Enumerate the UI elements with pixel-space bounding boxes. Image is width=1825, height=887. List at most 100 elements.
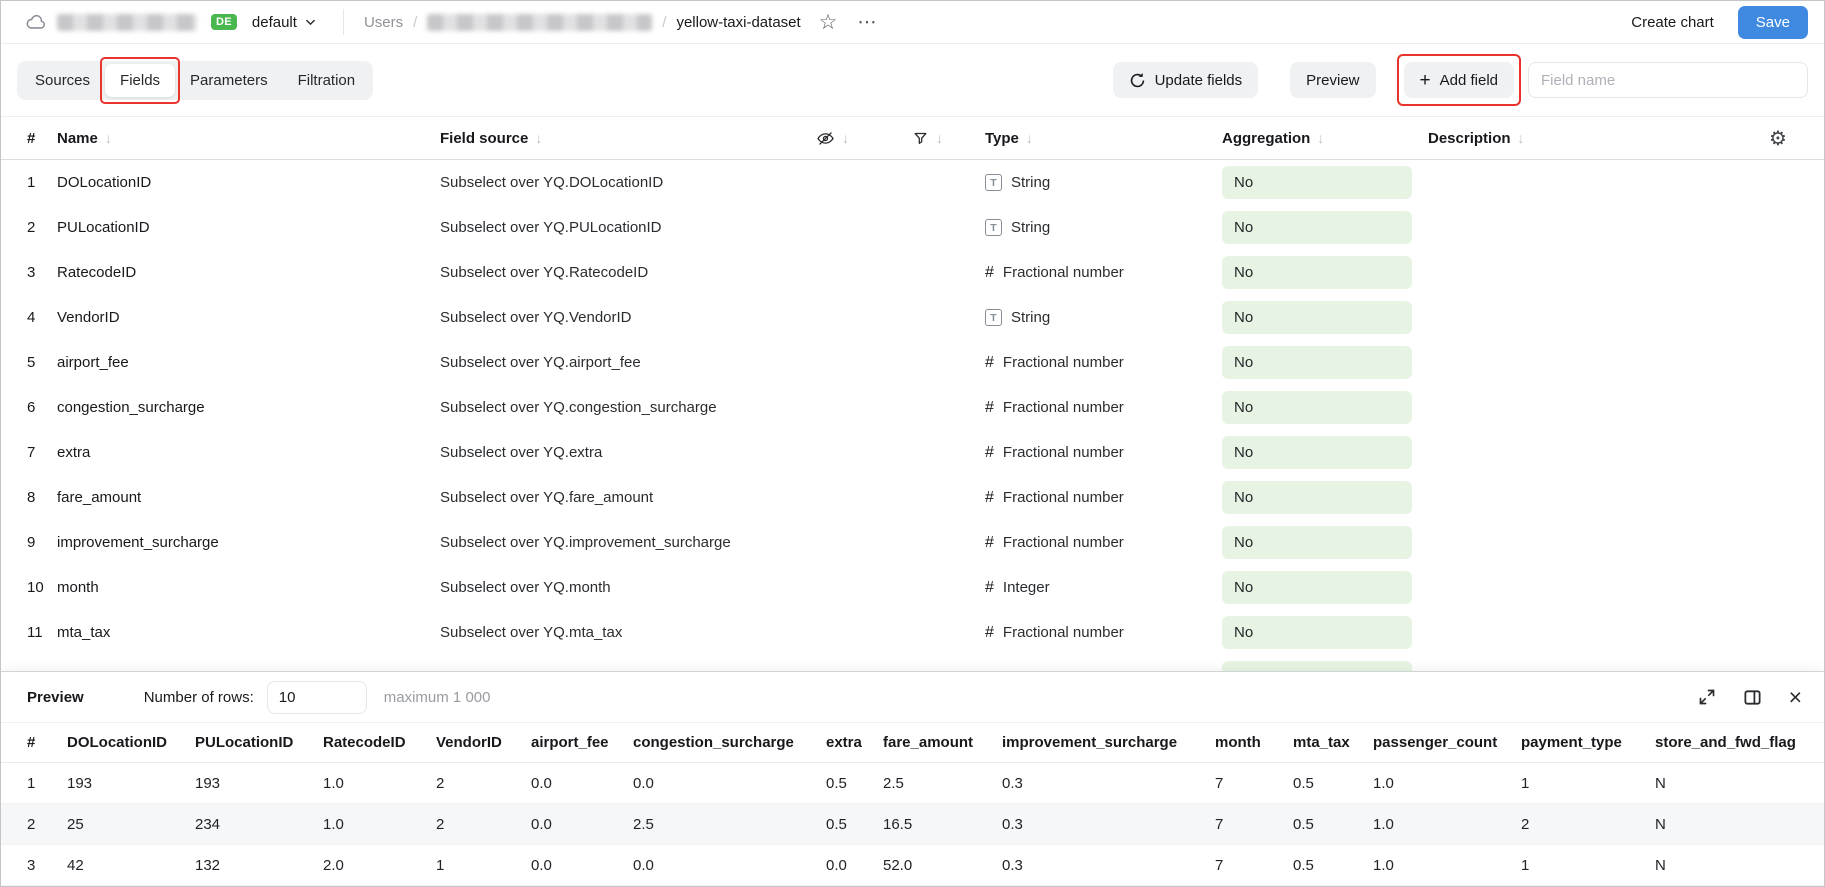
fields-table-row[interactable]: 11 mta_tax Subselect over YQ.mta_tax #Fr… (1, 610, 1824, 655)
col-header-name-label: Name (57, 130, 98, 147)
fields-table-row[interactable]: 6 congestion_surcharge Subselect over YQ… (1, 385, 1824, 430)
preview-cell: 0.0 (633, 775, 826, 792)
save-button[interactable]: Save (1738, 6, 1808, 39)
field-name-cell[interactable]: RatecodeID (57, 264, 440, 281)
aggregation-select[interactable] (1222, 661, 1412, 671)
tab-fields[interactable]: Fields (105, 64, 175, 97)
field-type-cell[interactable]: #Fractional number (985, 624, 1222, 642)
field-type-cell[interactable]: TString (985, 174, 1222, 191)
field-type-cell[interactable]: #Fractional number (985, 444, 1222, 462)
field-source-cell[interactable]: Subselect over YQ.mta_tax (440, 624, 816, 641)
preview-cell: 1.0 (323, 816, 436, 833)
field-type-cell[interactable]: #Integer (985, 579, 1222, 597)
fields-table-row[interactable]: 8 fare_amount Subselect over YQ.fare_amo… (1, 475, 1824, 520)
fields-table-row[interactable]: 1 DOLocationID Subselect over YQ.DOLocat… (1, 160, 1824, 205)
aggregation-select[interactable]: No (1222, 526, 1412, 559)
field-source-cell[interactable]: Subselect over YQ.month (440, 579, 816, 596)
field-source-cell[interactable]: Subselect over YQ.congestion_surcharge (440, 399, 816, 416)
fields-table-row[interactable]: 5 airport_fee Subselect over YQ.airport_… (1, 340, 1824, 385)
dock-panel-button[interactable] (1743, 688, 1762, 707)
number-type-icon: # (985, 399, 994, 417)
number-type-icon: # (985, 624, 994, 642)
aggregation-select[interactable]: No (1222, 436, 1412, 469)
preview-toggle-button[interactable]: Preview (1290, 62, 1375, 98)
preview-cell: 0.0 (826, 857, 883, 874)
chevron-down-icon (304, 16, 317, 29)
tab-sources[interactable]: Sources (20, 64, 105, 97)
preview-cell: 0.5 (826, 775, 883, 792)
field-source-cell[interactable]: Subselect over YQ.airport_fee (440, 354, 816, 371)
fields-table-row[interactable]: 2 PULocationID Subselect over YQ.PULocat… (1, 205, 1824, 250)
breadcrumb-users[interactable]: Users (364, 14, 403, 31)
close-preview-button[interactable]: × (1789, 686, 1802, 709)
add-field-label: Add field (1440, 72, 1498, 89)
field-source-cell[interactable]: Subselect over YQ.extra (440, 444, 816, 461)
field-source-cell[interactable]: Subselect over YQ.improvement_surcharge (440, 534, 816, 551)
folder-selector[interactable]: default (246, 13, 323, 32)
aggregation-select[interactable]: No (1222, 346, 1412, 379)
field-name-cell[interactable]: PULocationID (57, 219, 440, 236)
field-name-cell[interactable]: month (57, 579, 440, 596)
fields-table-row-partial (1, 655, 1824, 671)
field-name-search-input[interactable] (1528, 62, 1808, 98)
field-source-cell[interactable]: Subselect over YQ.VendorID (440, 309, 816, 326)
update-fields-button[interactable]: Update fields (1113, 62, 1259, 98)
field-type-cell[interactable]: #Fractional number (985, 534, 1222, 552)
number-type-icon: # (985, 354, 994, 372)
col-header-description[interactable]: Description ↓ (1428, 130, 1748, 147)
field-name-cell[interactable]: VendorID (57, 309, 440, 326)
field-name-cell[interactable]: congestion_surcharge (57, 399, 440, 416)
row-number: 10 (27, 579, 57, 596)
aggregation-select[interactable]: No (1222, 301, 1412, 334)
favorite-star-icon[interactable]: ☆ (819, 12, 838, 33)
expand-preview-button[interactable] (1698, 688, 1716, 706)
col-header-type[interactable]: Type ↓ (985, 130, 1222, 147)
col-header-field-source[interactable]: Field source ↓ (440, 130, 816, 147)
field-type-cell[interactable]: #Fractional number (985, 489, 1222, 507)
field-name-cell[interactable]: fare_amount (57, 489, 440, 506)
preview-cell: 0.5 (1293, 857, 1373, 874)
field-source-cell[interactable]: Subselect over YQ.PULocationID (440, 219, 816, 236)
field-source-cell[interactable]: Subselect over YQ.DOLocationID (440, 174, 816, 191)
fields-table-row[interactable]: 10 month Subselect over YQ.month #Intege… (1, 565, 1824, 610)
preview-title: Preview (27, 689, 84, 706)
field-name-cell[interactable]: airport_fee (57, 354, 440, 371)
field-type-cell[interactable]: TString (985, 309, 1222, 326)
redacted-folder-name[interactable] (427, 14, 652, 31)
preview-col-header: store_and_fwd_flag (1655, 734, 1808, 751)
fields-table-row[interactable]: 3 RatecodeID Subselect over YQ.RatecodeI… (1, 250, 1824, 295)
field-name-cell[interactable]: improvement_surcharge (57, 534, 440, 551)
aggregation-select[interactable]: No (1222, 391, 1412, 424)
col-header-aggregation[interactable]: Aggregation ↓ (1222, 130, 1428, 147)
field-source-cell[interactable]: Subselect over YQ.fare_amount (440, 489, 816, 506)
field-type-cell[interactable]: #Fractional number (985, 264, 1222, 282)
field-type-cell[interactable]: #Fractional number (985, 399, 1222, 417)
aggregation-select[interactable]: No (1222, 481, 1412, 514)
preview-col-header: mta_tax (1293, 734, 1373, 751)
fields-table-row[interactable]: 4 VendorID Subselect over YQ.VendorID TS… (1, 295, 1824, 340)
more-menu-icon[interactable]: ⋯ (858, 13, 878, 32)
field-type-cell[interactable]: #Fractional number (985, 354, 1222, 372)
rows-count-input[interactable] (267, 681, 367, 714)
table-settings-button[interactable]: ⚙ (1769, 126, 1787, 150)
tab-parameters[interactable]: Parameters (175, 64, 283, 97)
add-field-button[interactable]: + Add field (1404, 62, 1514, 98)
aggregation-select[interactable]: No (1222, 211, 1412, 244)
col-header-hidden[interactable]: ↓ (816, 129, 912, 148)
field-type-cell[interactable]: TString (985, 219, 1222, 236)
fields-table-row[interactable]: 9 improvement_surcharge Subselect over Y… (1, 520, 1824, 565)
create-chart-button[interactable]: Create chart (1631, 14, 1714, 31)
aggregation-select[interactable]: No (1222, 256, 1412, 289)
aggregation-select[interactable]: No (1222, 616, 1412, 649)
fields-table-row[interactable]: 7 extra Subselect over YQ.extra #Fractio… (1, 430, 1824, 475)
field-name-cell[interactable]: extra (57, 444, 440, 461)
aggregation-select[interactable]: No (1222, 166, 1412, 199)
tab-filtration[interactable]: Filtration (283, 64, 371, 97)
field-name-cell[interactable]: mta_tax (57, 624, 440, 641)
aggregation-select[interactable]: No (1222, 571, 1412, 604)
col-header-filter[interactable]: ↓ (912, 130, 985, 147)
field-source-cell[interactable]: Subselect over YQ.RatecodeID (440, 264, 816, 281)
col-header-name[interactable]: Name ↓ (57, 130, 440, 147)
field-name-cell[interactable]: DOLocationID (57, 174, 440, 191)
preview-cell: 2.5 (883, 775, 1002, 792)
